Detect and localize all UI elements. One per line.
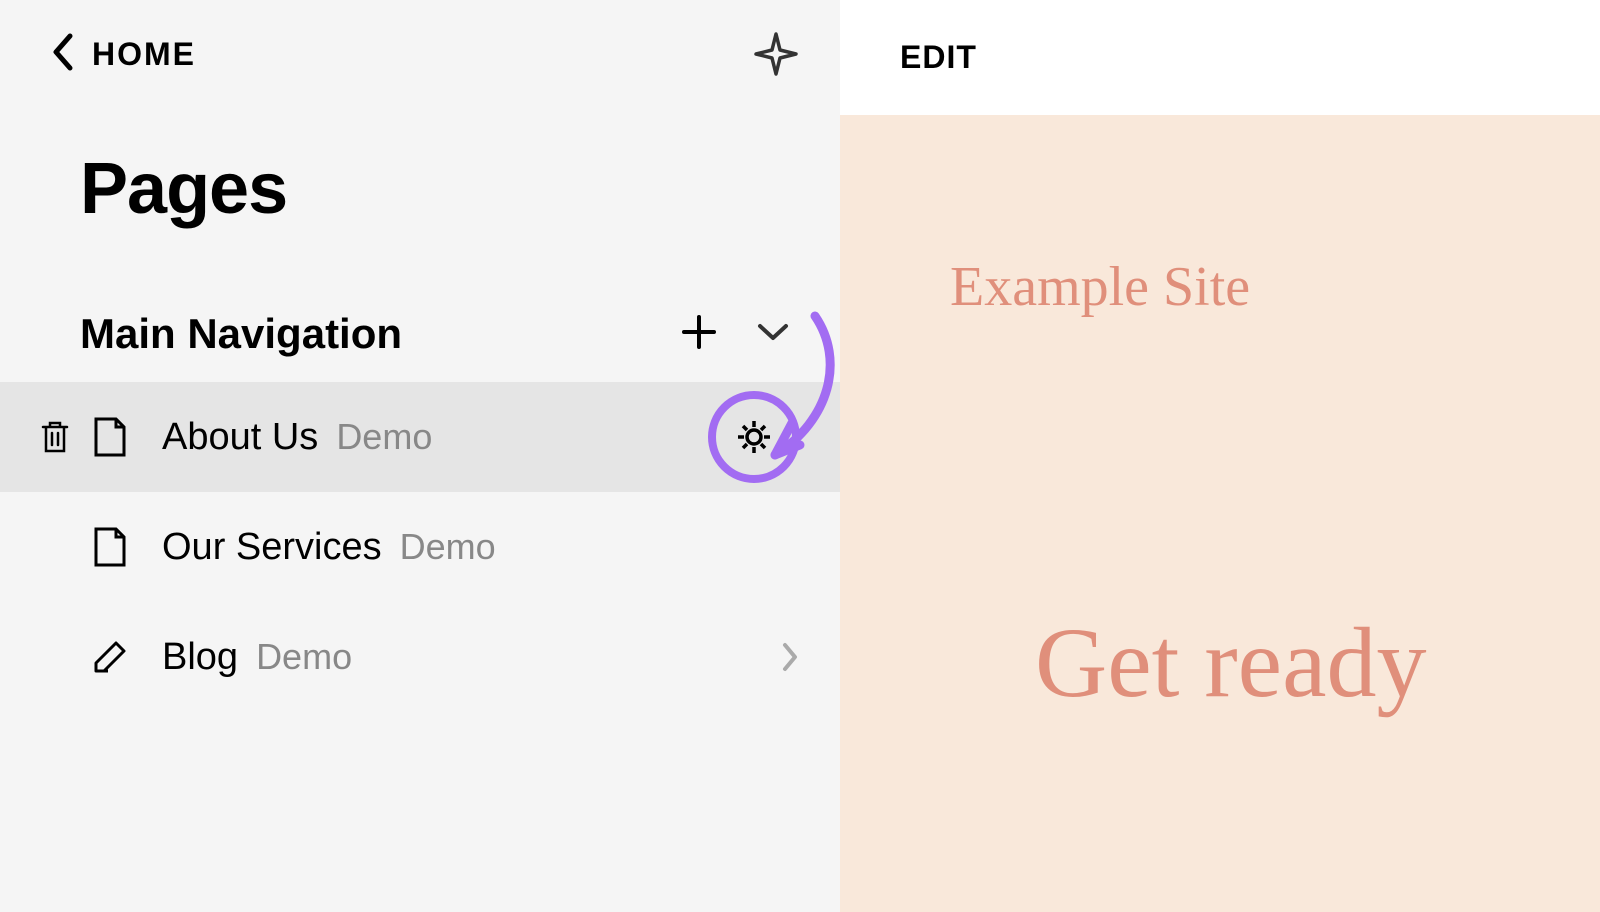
- edit-button[interactable]: EDIT: [900, 39, 977, 76]
- delete-page-button[interactable]: [30, 420, 80, 454]
- sidebar: HOME Pages Main Navigation About Us De: [0, 0, 840, 912]
- page-item-our-services[interactable]: Our Services Demo: [0, 492, 840, 602]
- page-icon: [80, 525, 140, 569]
- site-title: Example Site: [950, 255, 1250, 319]
- blog-icon: [80, 637, 140, 677]
- back-label: HOME: [92, 36, 196, 73]
- page-title: Pages: [0, 98, 840, 290]
- add-page-button[interactable]: [680, 313, 718, 356]
- section-header: Main Navigation: [0, 290, 840, 382]
- preview-header: EDIT: [840, 0, 1600, 115]
- section-actions: [680, 313, 790, 356]
- page-icon: [80, 415, 140, 459]
- page-tag: Demo: [336, 416, 432, 458]
- sparkle-icon[interactable]: [752, 30, 800, 78]
- chevron-right-icon: [780, 640, 800, 674]
- page-settings-button[interactable]: [708, 391, 800, 483]
- preview-pane: EDIT Example Site Get ready: [840, 0, 1600, 912]
- page-tag: Demo: [256, 636, 352, 678]
- page-label: Blog: [162, 636, 238, 679]
- page-label: Our Services: [162, 526, 382, 569]
- page-label: About Us: [162, 416, 318, 459]
- page-list: About Us Demo: [0, 382, 840, 712]
- preview-body[interactable]: Example Site Get ready: [840, 115, 1600, 912]
- sidebar-header: HOME: [0, 0, 840, 98]
- gear-icon: [732, 415, 776, 459]
- chevron-left-icon: [50, 32, 74, 77]
- page-item-blog[interactable]: Blog Demo: [0, 602, 840, 712]
- back-button[interactable]: HOME: [50, 32, 196, 77]
- collapse-section-button[interactable]: [756, 321, 790, 348]
- page-tag: Demo: [400, 526, 496, 568]
- hero-text: Get ready: [1035, 605, 1426, 720]
- page-item-about-us[interactable]: About Us Demo: [0, 382, 840, 492]
- section-title: Main Navigation: [80, 310, 402, 358]
